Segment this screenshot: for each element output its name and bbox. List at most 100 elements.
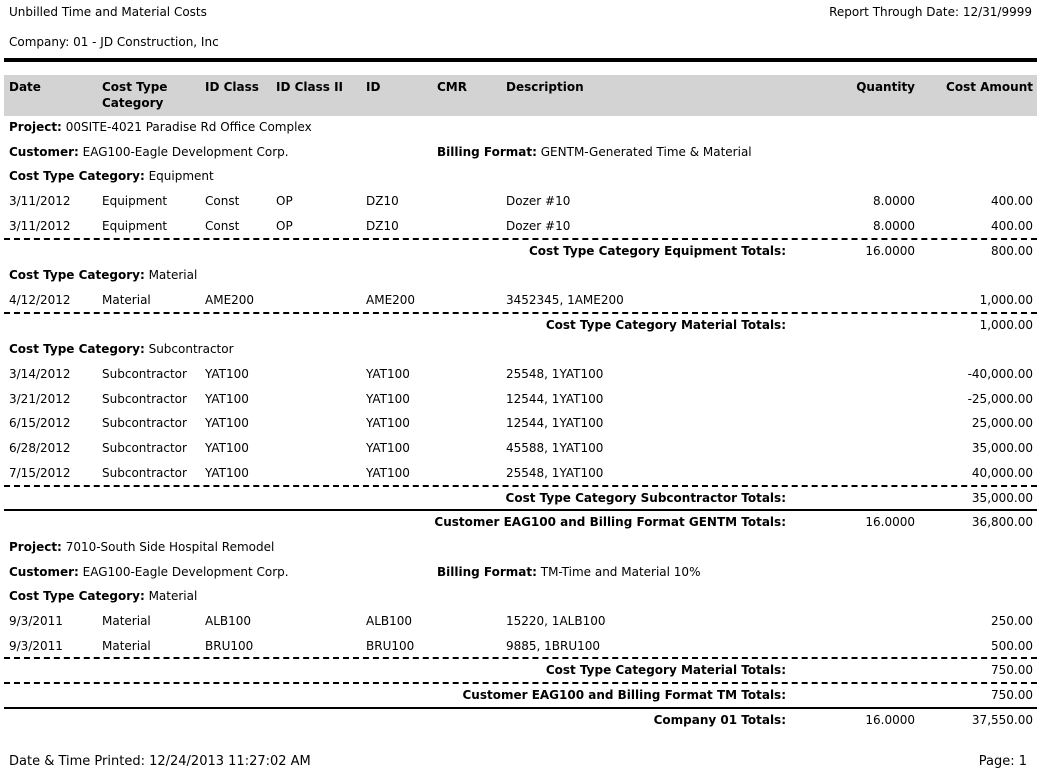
cell-quantity: 8.0000 [873,194,915,209]
page-number: Page: 1 [978,754,1027,769]
cost-type-category-heading-value: Subcontractor [148,342,234,357]
cell-date: 9/3/2011 [9,638,63,653]
cell-date: 6/15/2012 [9,416,71,431]
cell-id-class: YAT100 [205,465,249,480]
cost-type-category-heading-label: Cost Type Category: [9,268,145,283]
cell-category: Subcontractor [102,416,187,431]
project-line-label: Project: [9,539,62,554]
cell-id: ALB100 [366,614,413,628]
cell-cost-amount: 35,000.00 [971,441,1033,456]
cell-cost-amount: 25,000.00 [971,416,1033,431]
cell-cost-amount: 250.00 [991,614,1033,628]
col-cost-type-line2: Category [102,96,164,110]
cell-cost-amount: -40,000.00 [967,367,1033,381]
cell-date: 4/12/2012 [9,292,71,307]
cell-id-class-ii: OP [276,218,293,233]
cell-date: 3/11/2012 [9,218,71,233]
cell-id: YAT100 [366,367,410,381]
cell-description: 12544, 1YAT100 [506,391,604,406]
cell-id: DZ10 [366,218,399,233]
billing-format-line: Billing Format: GENTM-Generated Time & M… [437,145,752,159]
cell-description: 9885, 1BRU100 [506,638,601,653]
billing-format-line-value: GENTM-Generated Time & Material [540,144,752,159]
customer-line-label: Customer: [9,144,79,159]
cell-category: Equipment [102,218,168,233]
cell-category: Material [102,614,151,628]
col-id: ID [366,80,381,94]
cell-category: Material [102,638,151,653]
cell-id: YAT100 [366,416,410,431]
cost-type-category-heading-label: Cost Type Category: [9,342,145,357]
cell-id-class: Const [205,218,240,233]
cell-cost-amount: 400.00 [991,194,1033,209]
category-total-label: Cost Type Category Equipment Totals: [529,243,786,258]
cell-date: 3/21/2012 [9,391,71,406]
col-quantity: Quantity [856,80,915,94]
cell-category: Material [102,292,151,307]
col-cost-type-category: Cost Type Category [102,79,167,111]
cell-id: AME200 [366,292,416,307]
billing-format-line: Billing Format: TM-Time and Material 10% [437,565,700,579]
category-total-rule [4,311,1037,314]
cell-id-class: YAT100 [205,416,249,431]
cell-category: Subcontractor [102,367,187,381]
col-description: Description [506,80,584,94]
cell-description: 45588, 1YAT100 [506,441,604,456]
customer-line: Customer: EAG100-Eagle Development Corp. [9,565,289,579]
category-total-rule [4,484,1037,487]
cell-cost-amount: -25,000.00 [967,391,1033,406]
customer-total-label: Customer EAG100 and Billing Format GENTM… [434,515,786,530]
cell-category: Subcontractor [102,441,187,456]
cell-id: DZ10 [366,194,399,209]
company-line: Company: 01 - JD Construction, Inc [9,35,219,49]
cost-type-category-heading: Cost Type Category: Equipment [9,169,214,183]
cell-description: Dozer #10 [506,218,571,233]
cost-type-category-heading: Cost Type Category: Material [9,268,197,282]
category-total-label: Cost Type Category Subcontractor Totals: [505,490,786,505]
category-total-amount: 800.00 [991,243,1033,258]
customer-line-value: EAG100-Eagle Development Corp. [82,564,289,579]
cell-cost-amount: 40,000.00 [971,465,1033,480]
billing-format-line-value: TM-Time and Material 10% [540,564,701,579]
customer-total-quantity: 16.0000 [865,515,915,530]
billing-format-line-label: Billing Format: [437,564,537,579]
cost-type-category-heading-value: Equipment [148,169,214,184]
customer-total-label: Customer EAG100 and Billing Format TM To… [462,688,786,703]
category-total-amount: 35,000.00 [971,490,1033,505]
report-through-date: Report Through Date: 12/31/9999 [829,5,1032,19]
project-line: Project: 00SITE-4021 Paradise Rd Office … [9,120,312,134]
header-rule [4,58,1037,62]
cell-id-class: ALB100 [205,614,252,628]
cell-quantity: 8.0000 [873,218,915,233]
cell-category: Subcontractor [102,391,187,406]
customer-line-label: Customer: [9,564,79,579]
project-line: Project: 7010-South Side Hospital Remode… [9,540,274,554]
cell-cost-amount: 500.00 [991,638,1033,653]
cell-id-class: BRU100 [205,638,254,653]
cell-description: 25548, 1YAT100 [506,367,604,381]
cell-description: Dozer #10 [506,194,571,209]
category-total-label: Cost Type Category Material Totals: [545,663,786,678]
cell-id-class: AME200 [205,292,255,307]
customer-total-rule [4,509,1037,512]
cell-cost-amount: 400.00 [991,218,1033,233]
cell-description: 25548, 1YAT100 [506,465,604,480]
project-line-value: 00SITE-4021 Paradise Rd Office Complex [65,120,312,134]
cost-type-category-heading: Cost Type Category: Subcontractor [9,342,234,356]
category-total-amount: 750.00 [991,663,1033,678]
company-total-amount: 37,550.00 [971,712,1033,727]
col-cost-type-line1: Cost Type [102,80,168,94]
col-id-class-ii: ID Class II [276,80,344,94]
project-line-value: 7010-South Side Hospital Remodel [65,539,275,554]
customer-line-value: EAG100-Eagle Development Corp. [82,144,289,159]
printed-datetime: Date & Time Printed: 12/24/2013 11:27:02… [9,754,311,769]
cell-id-class: YAT100 [205,441,249,456]
cost-type-category-heading: Cost Type Category: Material [9,589,197,603]
col-cmr: CMR [437,80,467,94]
cell-date: 7/15/2012 [9,465,71,480]
cell-description: 3452345, 1AME200 [506,292,624,307]
cell-cost-amount: 1,000.00 [979,292,1033,307]
customer-total-amount: 750.00 [991,688,1033,703]
customer-line: Customer: EAG100-Eagle Development Corp. [9,145,289,159]
cell-category: Subcontractor [102,465,187,480]
